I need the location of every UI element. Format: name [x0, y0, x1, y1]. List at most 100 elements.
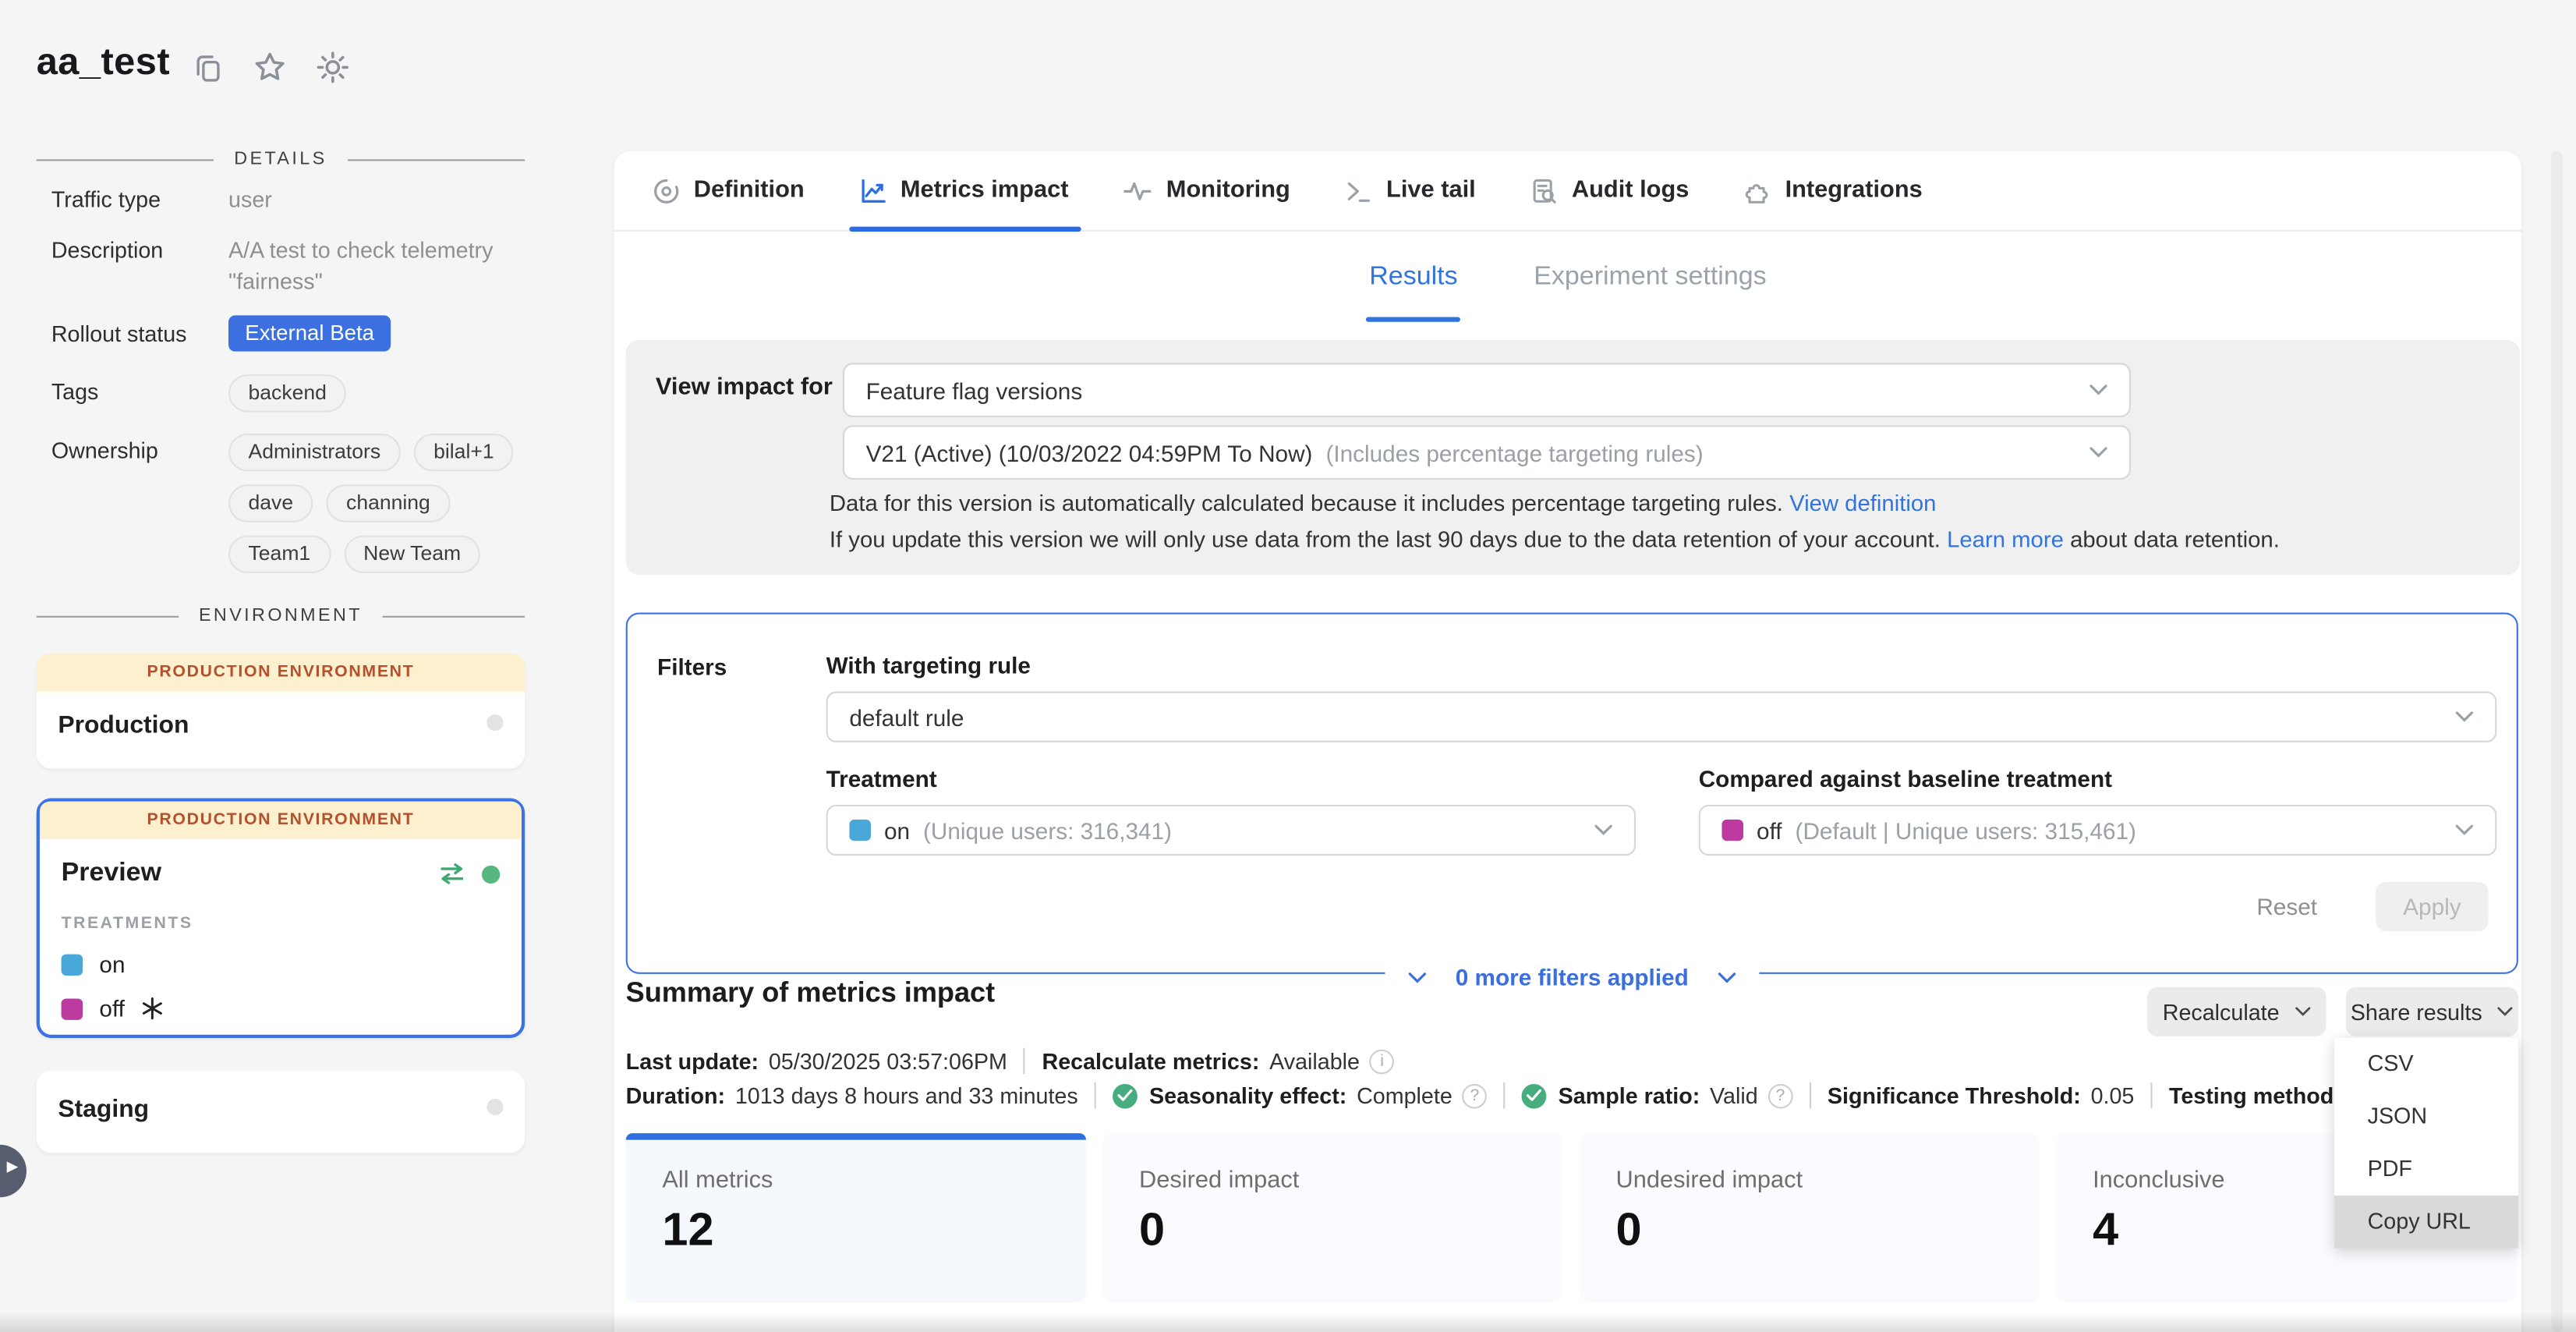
menu-item-csv[interactable]: CSV: [2334, 1038, 2518, 1090]
recalc-metrics-label: Recalculate metrics:: [1042, 1049, 1260, 1074]
rollout-status-badge: External Beta: [228, 315, 391, 351]
expand-arrow-icon: ▶: [7, 1160, 19, 1176]
metric-card-value: 4: [2093, 1204, 2118, 1256]
metric-summary-cards: All metrics 12 Desired impact 0 Undesire…: [626, 1133, 2517, 1302]
version-note: (Includes percentage targeting rules): [1325, 439, 1703, 466]
owner-pill[interactable]: New Team: [344, 536, 481, 573]
tab-audit-logs[interactable]: Audit logs: [1530, 151, 1690, 230]
treatment-value-note: (Unique users: 316,341): [923, 817, 1172, 844]
treatment-name: on: [99, 951, 125, 977]
sidebar-collapse-handle[interactable]: ▶: [0, 1145, 27, 1197]
metric-card-label: All metrics: [662, 1167, 773, 1194]
question-icon[interactable]: ?: [1463, 1083, 1488, 1108]
subtab-results[interactable]: Results: [1369, 263, 1457, 309]
menu-item-json[interactable]: JSON: [2334, 1090, 2518, 1142]
duration-value: 1013 days 8 hours and 33 minutes: [735, 1083, 1078, 1108]
metric-card-value: 12: [662, 1204, 713, 1256]
metric-card-desired-impact[interactable]: Desired impact 0: [1102, 1133, 1562, 1302]
integrations-puzzle-icon: [1743, 176, 1771, 204]
status-dot-gray: [487, 714, 503, 731]
environment-card-staging[interactable]: Staging: [37, 1071, 525, 1153]
treatment-value: on: [884, 817, 910, 844]
seasonality-value: Complete: [1357, 1083, 1453, 1108]
view-impact-label: View impact for: [656, 374, 833, 401]
treatment-off-swatch: [1721, 820, 1743, 841]
environment-card-production[interactable]: PRODUCTION ENVIRONMENT Production: [37, 654, 525, 768]
share-results-button[interactable]: Share results: [2346, 987, 2518, 1036]
metric-card-all-metrics[interactable]: All metrics 12: [626, 1133, 1086, 1302]
more-filters-toggle[interactable]: 0 more filters applied: [1384, 964, 1760, 990]
owner-pill[interactable]: bilal+1: [414, 434, 514, 471]
description-value: A/A test to check telemetry "fairness": [228, 235, 525, 297]
copy-icon[interactable]: [190, 51, 223, 83]
recalc-metrics-value: Available: [1269, 1049, 1360, 1074]
owner-pill[interactable]: Team1: [228, 536, 331, 573]
tab-definition[interactable]: Definition: [653, 151, 805, 230]
tab-bar: Definition Metrics impact Monitoring: [614, 151, 2521, 232]
targeting-rule-dropdown[interactable]: default rule: [826, 692, 2497, 742]
view-definition-link[interactable]: View definition: [1789, 491, 1936, 516]
gear-icon[interactable]: [317, 51, 349, 83]
version-note-1: Data for this version is automatically c…: [830, 491, 1937, 516]
view-impact-box: View impact for Feature flag versions V2…: [626, 340, 2520, 575]
impact-type-dropdown[interactable]: Feature flag versions: [843, 363, 2131, 416]
chevron-down-icon: [2089, 447, 2107, 459]
metric-card-label: Inconclusive: [2093, 1167, 2224, 1194]
production-environment-banner: PRODUCTION ENVIRONMENT: [37, 654, 525, 691]
duration-label: Duration:: [626, 1083, 725, 1108]
tab-integrations[interactable]: Integrations: [1743, 151, 1922, 230]
testing-method-label: Testing method:: [2169, 1083, 2341, 1108]
treatment-on-swatch: [62, 954, 83, 975]
owner-pill[interactable]: dave: [228, 484, 313, 522]
tab-metrics-impact[interactable]: Metrics impact: [859, 151, 1069, 230]
version-dropdown[interactable]: V21 (Active) (10/03/2022 04:59PM To Now)…: [843, 425, 2131, 479]
tag-pill[interactable]: backend: [228, 374, 346, 412]
tab-monitoring[interactable]: Monitoring: [1123, 151, 1290, 230]
description-row: Description A/A test to check telemetry …: [37, 235, 525, 297]
info-icon[interactable]: i: [1370, 1049, 1395, 1074]
baseline-dropdown[interactable]: off (Default | Unique users: 315,461): [1699, 805, 2497, 856]
metric-card-undesired-impact[interactable]: Undesired impact 0: [1580, 1133, 2040, 1302]
version-value: V21 (Active) (10/03/2022 04:59PM To Now): [866, 439, 1313, 466]
owner-pill[interactable]: Administrators: [228, 434, 401, 471]
details-section-label: DETAILS: [234, 150, 327, 169]
question-icon[interactable]: ?: [1767, 1083, 1792, 1108]
check-circle-icon: [1522, 1083, 1547, 1108]
chevron-down-icon: [1718, 972, 1736, 983]
tab-label: Audit logs: [1572, 177, 1690, 204]
environment-card-preview[interactable]: PRODUCTION ENVIRONMENT Preview TREATMENT…: [37, 799, 525, 1038]
menu-item-pdf[interactable]: PDF: [2334, 1143, 2518, 1196]
owner-pill[interactable]: channing: [327, 484, 451, 522]
rollout-status-label: Rollout status: [37, 315, 228, 352]
environment-name: Production: [58, 711, 503, 739]
share-results-menu: CSV JSON PDF Copy URL: [2334, 1038, 2518, 1249]
tab-label: Integrations: [1785, 177, 1923, 204]
bottom-scroll-edge: [0, 1313, 2576, 1332]
results-subtabs: Results Experiment settings: [614, 263, 2521, 309]
metric-card-value: 0: [1139, 1204, 1165, 1256]
metrics-impact-icon: [859, 176, 887, 204]
vertical-scrollbar[interactable]: [2551, 151, 2563, 1332]
reset-button[interactable]: Reset: [2256, 894, 2317, 920]
subtab-experiment-settings[interactable]: Experiment settings: [1534, 263, 1766, 309]
last-update-value: 05/30/2025 03:57:06PM: [769, 1049, 1007, 1074]
environment-section-header: ENVIRONMENT: [37, 606, 525, 625]
chevron-down-icon: [2455, 711, 2473, 723]
details-list: Traffic type user Description A/A test t…: [37, 184, 525, 591]
note-text: If you update this version we will only …: [830, 527, 1941, 552]
apply-button[interactable]: Apply: [2376, 882, 2488, 931]
last-update-label: Last update:: [626, 1049, 759, 1074]
recalculate-button[interactable]: Recalculate: [2147, 987, 2326, 1036]
chevron-down-icon: [2089, 384, 2107, 396]
tab-live-tail[interactable]: Live tail: [1345, 151, 1476, 230]
favorite-star-icon[interactable]: [253, 51, 286, 83]
rollout-status-row: Rollout status External Beta: [37, 315, 525, 352]
treatment-row-off: off: [62, 995, 501, 1022]
divider: [1024, 1048, 1025, 1075]
learn-more-link[interactable]: Learn more: [1947, 527, 2064, 552]
menu-item-copy-url[interactable]: Copy URL: [2334, 1196, 2518, 1248]
treatment-dropdown[interactable]: on (Unique users: 316,341): [826, 805, 1636, 856]
summary-meta-line-2: Duration: 1013 days 8 hours and 33 minut…: [626, 1082, 2514, 1109]
targeting-rule-value: default rule: [849, 703, 2455, 730]
ownership-label: Ownership: [37, 434, 228, 573]
